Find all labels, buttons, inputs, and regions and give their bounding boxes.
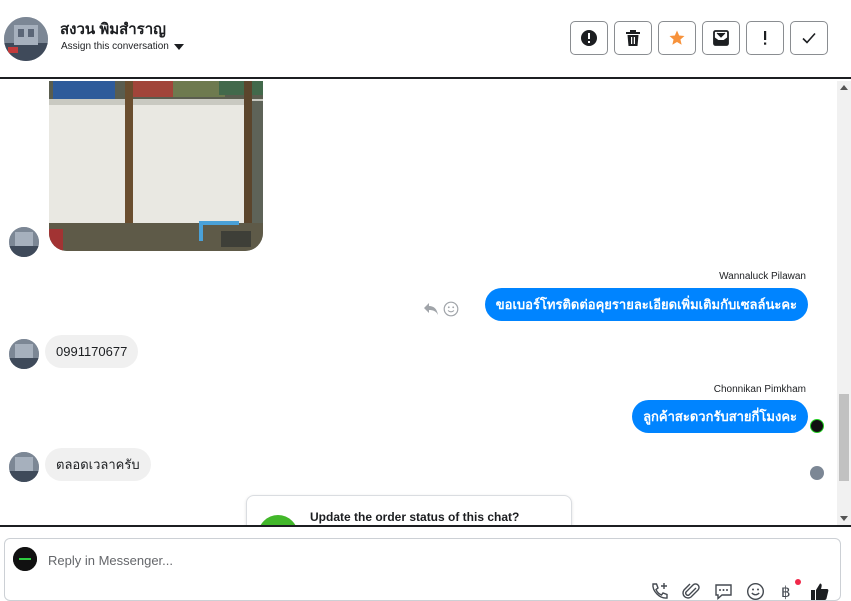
mark-done-button[interactable]	[790, 21, 828, 55]
incoming-message[interactable]: 0991170677	[45, 335, 139, 368]
star-icon	[669, 30, 685, 45]
scroll-up-arrow-icon[interactable]	[840, 85, 848, 90]
mark-spam-button[interactable]	[570, 21, 608, 55]
svg-text:฿: ฿	[781, 583, 791, 601]
contact-avatar-small	[9, 452, 39, 482]
sender-name: Wannaluck Pilawan	[719, 271, 806, 282]
message-thread[interactable]: Wannaluck Pilawan ขอเบอร์โทรติดต่อคุยราย…	[0, 81, 851, 525]
emoji-reaction-icon[interactable]	[443, 301, 459, 322]
thumbs-up-icon[interactable]	[810, 582, 829, 601]
sender-name: Chonnikan Pimkham	[713, 384, 806, 395]
notification-dot	[795, 579, 801, 585]
thread-scrollbar[interactable]	[837, 81, 851, 525]
outgoing-message[interactable]: ลูกค้าสะดวกรับสายกี่โมงคะ	[632, 400, 808, 433]
composer-divider	[0, 525, 851, 527]
contact-avatar-small	[9, 339, 39, 369]
reply-composer: ฿	[4, 538, 841, 601]
star-button[interactable]	[658, 21, 696, 55]
contact-avatar[interactable]	[4, 17, 48, 61]
scroll-thumb[interactable]	[839, 394, 849, 481]
read-receipt-avatar	[810, 466, 824, 480]
reply-icon[interactable]	[423, 302, 439, 321]
reply-input[interactable]	[48, 551, 648, 569]
mark-unread-button[interactable]	[702, 21, 740, 55]
order-status-title: Update the order status of this chat?	[310, 510, 520, 524]
saved-replies-icon[interactable]	[714, 582, 733, 601]
envelope-icon	[713, 30, 729, 46]
assign-label: Assign this conversation	[61, 41, 169, 52]
contact-avatar-small	[9, 227, 39, 257]
conversation-actions	[570, 21, 828, 55]
outgoing-message[interactable]: ขอเบอร์โทรติดต่อคุยรายละเอียดเพิ่มเติมกั…	[484, 288, 808, 321]
trash-icon	[626, 29, 640, 46]
page-avatar	[13, 547, 37, 571]
message-tools	[423, 301, 459, 322]
exclamation-icon	[764, 31, 767, 45]
add-call-icon[interactable]	[650, 582, 669, 601]
seen-avatar	[810, 419, 824, 433]
conversation-header: สงวน พิมสำราญ Assign this conversation	[0, 0, 851, 79]
composer-tools: ฿	[650, 579, 829, 601]
attachment-icon[interactable]	[682, 582, 701, 601]
order-status-card[interactable]: Update the order status of this chat?	[246, 495, 572, 525]
contact-name[interactable]: สงวน พิมสำราญ	[60, 17, 166, 41]
delete-button[interactable]	[614, 21, 652, 55]
incoming-message[interactable]: ตลอดเวลาครับ	[45, 448, 151, 481]
alert-circle-icon	[581, 30, 597, 46]
caret-down-icon	[173, 43, 184, 50]
assign-conversation-dropdown[interactable]: Assign this conversation	[61, 41, 184, 52]
emoji-icon[interactable]	[746, 582, 765, 601]
order-icon	[258, 515, 298, 525]
baht-payment-icon[interactable]: ฿	[778, 579, 801, 601]
scroll-down-arrow-icon[interactable]	[840, 516, 848, 521]
message-photo[interactable]	[49, 81, 263, 251]
priority-button[interactable]	[746, 21, 784, 55]
check-icon	[802, 32, 816, 44]
